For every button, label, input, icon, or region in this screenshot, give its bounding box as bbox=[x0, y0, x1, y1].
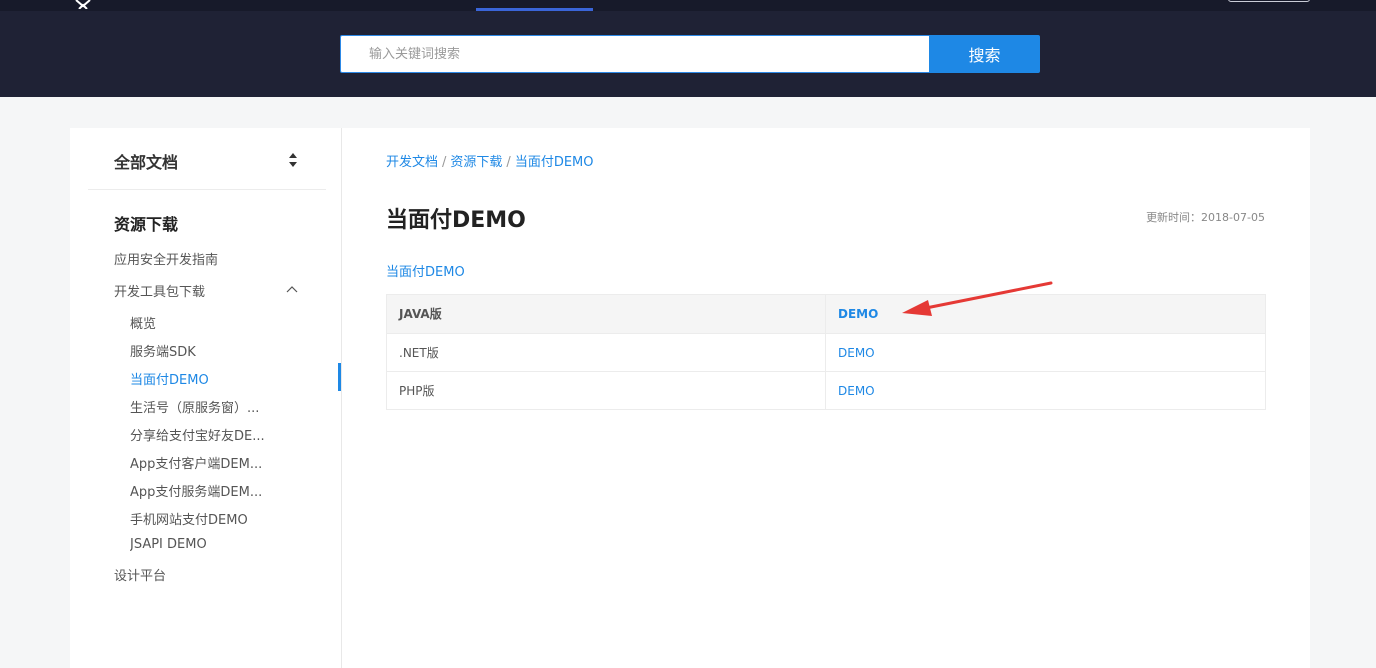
sidebar-active-indicator bbox=[338, 363, 341, 391]
top-nav-strip bbox=[0, 0, 1376, 11]
search-bar: 搜索 bbox=[340, 35, 1040, 73]
intro-link[interactable]: 当面付DEMO bbox=[386, 261, 465, 280]
sidebar-item-design-platform[interactable]: 设计平台 bbox=[114, 565, 314, 584]
sidebar-item-app-server-demo[interactable]: App支付服务端DEM... bbox=[130, 481, 280, 500]
breadcrumb-item-dev-docs[interactable]: 开发文档 bbox=[386, 155, 438, 170]
top-header: 搜索 bbox=[0, 0, 1376, 97]
doc-selector[interactable]: 全部文档 bbox=[88, 128, 326, 190]
logo-icon[interactable] bbox=[74, 0, 92, 9]
doc-selector-label: 全部文档 bbox=[114, 153, 179, 172]
table-cell-version: JAVA版 bbox=[387, 295, 826, 333]
sidebar-item-overview[interactable]: 概览 bbox=[130, 313, 280, 332]
sidebar-item-sdk-download[interactable]: 开发工具包下载 bbox=[114, 281, 314, 300]
sidebar-item-app-client-demo[interactable]: App支付客户端DEM... bbox=[130, 453, 280, 472]
sort-icon bbox=[289, 153, 297, 167]
login-button[interactable] bbox=[1228, 0, 1310, 2]
breadcrumb: 开发文档 / 资源下载 / 当面付DEMO bbox=[386, 151, 594, 170]
sidebar-item-wap-demo[interactable]: 手机网站支付DEMO bbox=[130, 509, 280, 528]
table-row: PHP版 DEMO bbox=[387, 371, 1267, 410]
demo-table: JAVA版 DEMO .NET版 DEMO PHP版 DEMO bbox=[386, 294, 1266, 410]
breadcrumb-separator: / bbox=[442, 155, 447, 170]
chevron-up-icon[interactable] bbox=[286, 285, 298, 293]
breadcrumb-item-current[interactable]: 当面付DEMO bbox=[515, 155, 594, 170]
sidebar-item-f2f-demo[interactable]: 当面付DEMO bbox=[130, 369, 280, 388]
sidebar-item-server-sdk[interactable]: 服务端SDK bbox=[130, 341, 280, 360]
main-content: 开发文档 / 资源下载 / 当面付DEMO 当面付DEMO 更新时间：2018-07-0… bbox=[342, 128, 1310, 668]
table-cell-demo-link[interactable]: DEMO bbox=[826, 334, 1267, 372]
sidebar-item-jsapi-demo[interactable]: JSAPI DEMO bbox=[130, 537, 280, 552]
table-row: .NET版 DEMO bbox=[387, 333, 1267, 372]
nav-active-indicator bbox=[476, 8, 593, 11]
table-row: JAVA版 DEMO bbox=[387, 295, 1265, 333]
annotation-arrow-icon bbox=[902, 281, 1053, 316]
sidebar-item-share-friend-demo[interactable]: 分享给支付宝好友DE... bbox=[130, 425, 280, 444]
search-input[interactable] bbox=[340, 35, 930, 73]
table-cell-demo-link[interactable]: DEMO bbox=[826, 372, 1267, 410]
table-cell-version: .NET版 bbox=[387, 334, 826, 372]
table-cell-version: PHP版 bbox=[387, 372, 826, 410]
page-title: 当面付DEMO bbox=[386, 208, 526, 233]
sidebar: 全部文档 资源下载 应用安全开发指南 开发工具包下载 概览 服务端SDK 当面付… bbox=[70, 128, 342, 668]
sidebar-item-security-guide[interactable]: 应用安全开发指南 bbox=[114, 249, 314, 268]
search-button[interactable]: 搜索 bbox=[929, 35, 1040, 73]
breadcrumb-item-resources[interactable]: 资源下载 bbox=[450, 155, 502, 170]
sidebar-item-life-account[interactable]: 生活号（原服务窗）... bbox=[130, 397, 280, 416]
breadcrumb-separator: / bbox=[506, 155, 511, 170]
sidebar-section-title: 资源下载 bbox=[114, 215, 179, 234]
updated-time: 更新时间：2018-07-05 bbox=[1146, 211, 1265, 224]
